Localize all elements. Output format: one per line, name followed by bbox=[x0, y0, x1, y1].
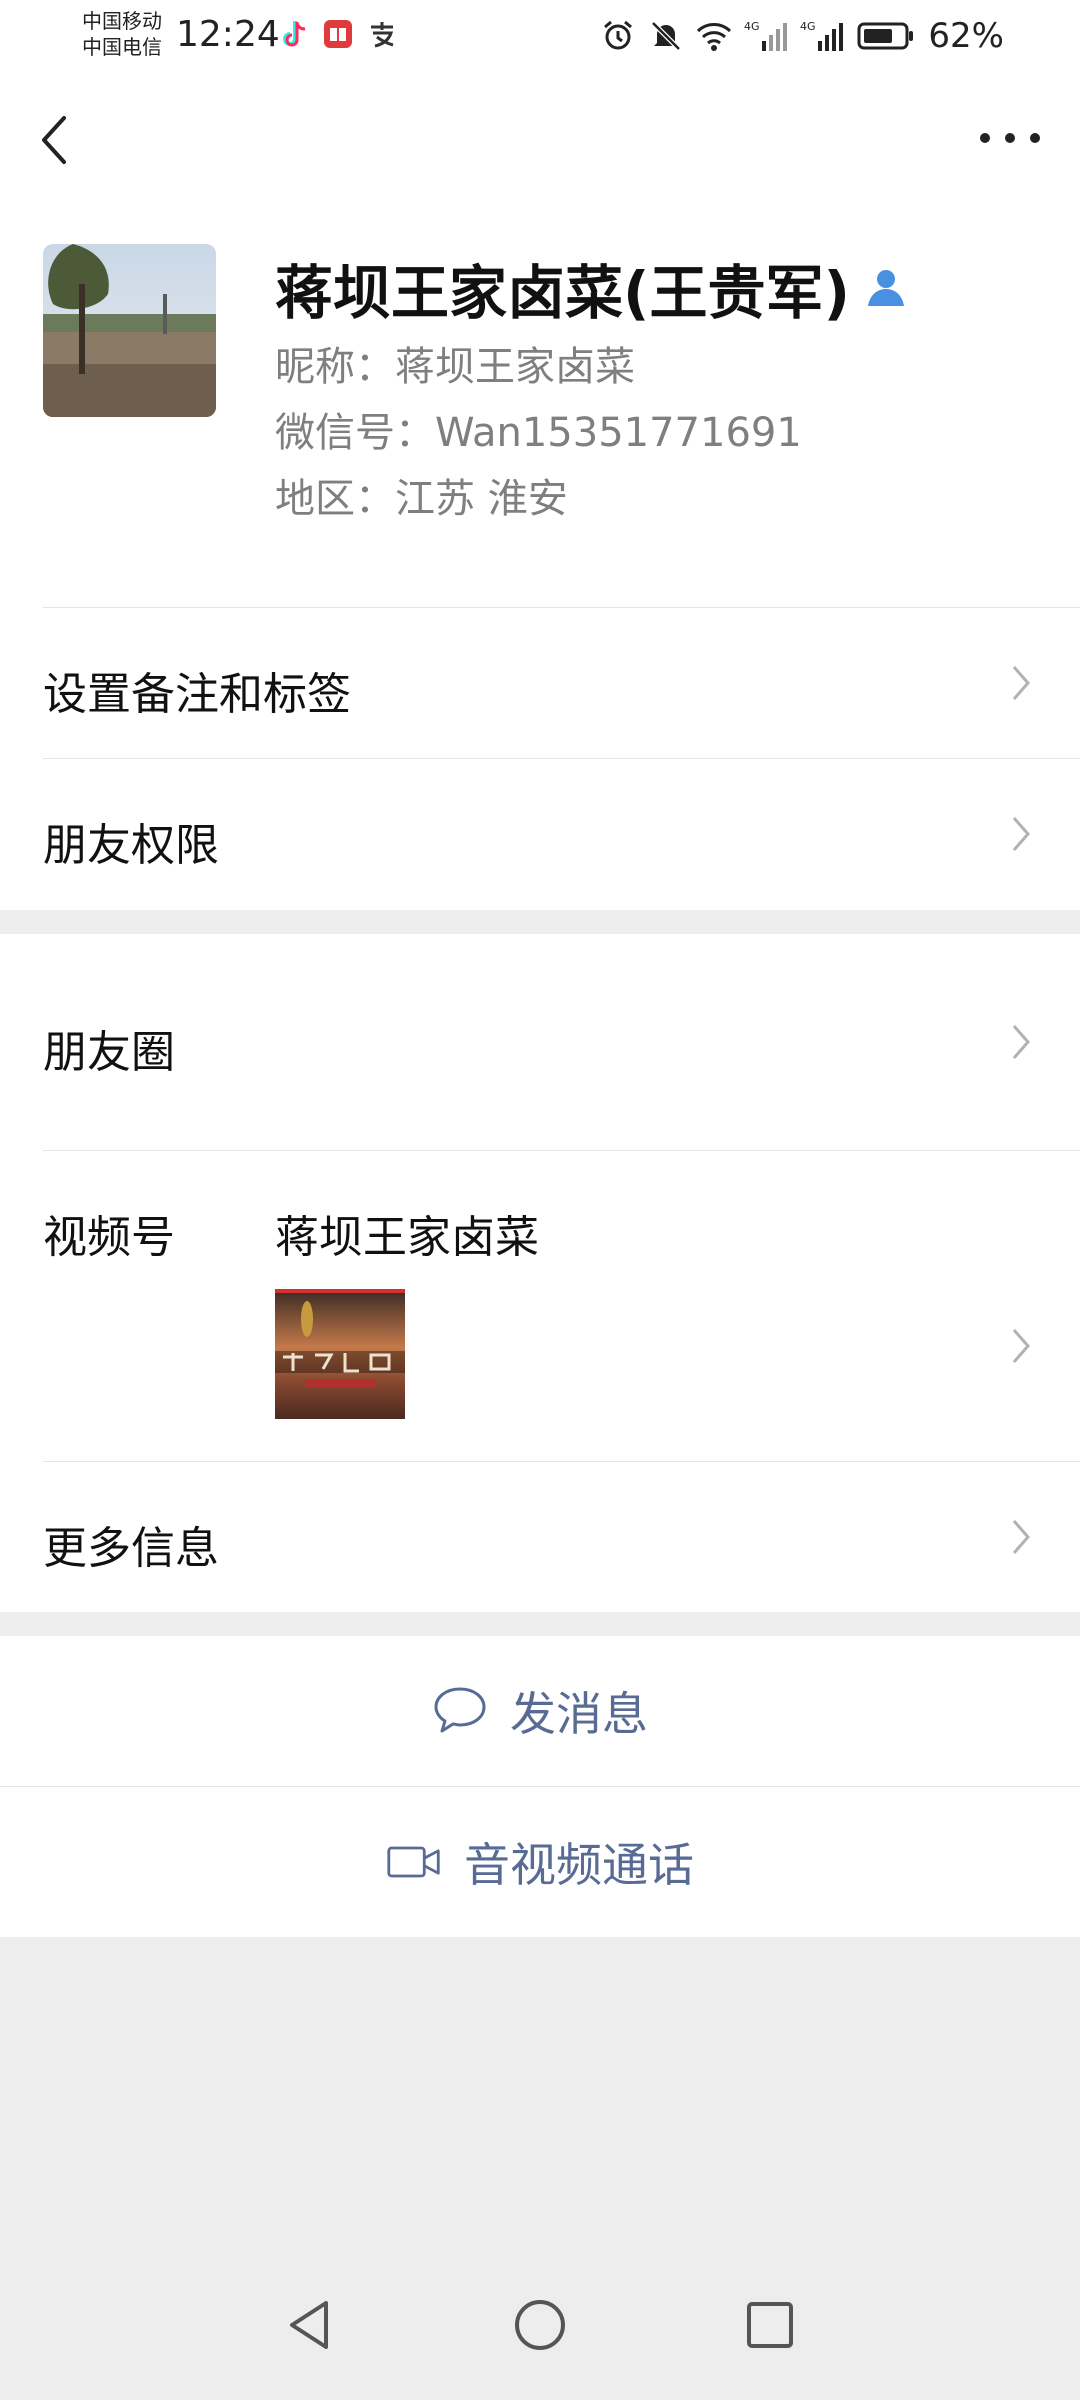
info-group: 朋友圈 视频号 蒋坝王家卤菜 更多信息 bbox=[0, 934, 1080, 1612]
more-options-button[interactable] bbox=[980, 126, 1040, 150]
system-navigation-bar bbox=[0, 2250, 1080, 2400]
chevron-right-icon bbox=[1012, 817, 1030, 851]
signal-4g-icon-2: 4G bbox=[800, 18, 844, 54]
friend-permissions-label: 朋友权限 bbox=[43, 820, 219, 871]
settings-group: 设置备注和标签 朋友权限 bbox=[0, 608, 1080, 910]
region-text: 地区：江苏 淮安 bbox=[275, 476, 568, 522]
nickname-text: 昵称：蒋坝王家卤菜 bbox=[275, 344, 635, 390]
svg-text:4G: 4G bbox=[800, 20, 816, 33]
chevron-right-icon bbox=[1012, 1329, 1030, 1363]
video-call-button[interactable]: 音视频通话 bbox=[0, 1787, 1080, 1937]
more-dot-icon bbox=[1030, 133, 1040, 143]
send-message-button[interactable]: 发消息 bbox=[0, 1636, 1080, 1786]
more-dot-icon bbox=[1005, 133, 1015, 143]
status-time: 12:24 bbox=[176, 14, 280, 55]
profile-name: 蒋坝王家卤菜(王贵军) bbox=[275, 259, 851, 327]
status-bar: 中国移动 中国电信 12:24 4G 4G 62% bbox=[0, 0, 1080, 72]
mute-bell-icon bbox=[648, 18, 684, 54]
battery-icon bbox=[856, 18, 916, 54]
back-button[interactable] bbox=[30, 108, 80, 172]
profile-header: 蒋坝王家卤菜(王贵军) 昵称：蒋坝王家卤菜 微信号：Wan15351771691… bbox=[0, 202, 1080, 608]
avatar[interactable] bbox=[43, 244, 216, 417]
triangle-back-icon bbox=[290, 2301, 328, 2349]
carrier-2: 中国电信 bbox=[82, 35, 162, 59]
carrier-names: 中国移动 中国电信 bbox=[82, 8, 162, 60]
carrier-1: 中国移动 bbox=[82, 9, 162, 33]
send-message-label: 发消息 bbox=[510, 1687, 648, 1741]
verified-contact-icon bbox=[868, 270, 905, 306]
svg-text:4G: 4G bbox=[744, 20, 760, 33]
square-recents-icon bbox=[747, 2302, 793, 2348]
tiktok-icon bbox=[278, 18, 310, 50]
more-dot-icon bbox=[980, 133, 990, 143]
more-info-row[interactable]: 更多信息 bbox=[0, 1462, 1080, 1612]
friend-permissions-row[interactable]: 朋友权限 bbox=[0, 759, 1080, 909]
channels-thumbnail[interactable] bbox=[275, 1289, 405, 1419]
system-recents-button[interactable] bbox=[735, 2290, 805, 2360]
more-info-label: 更多信息 bbox=[43, 1523, 219, 1574]
remark-tags-row[interactable]: 设置备注和标签 bbox=[0, 608, 1080, 758]
remark-tags-label: 设置备注和标签 bbox=[43, 669, 351, 720]
status-icons: 4G 4G 62% bbox=[600, 16, 1004, 56]
moments-label: 朋友圈 bbox=[43, 1027, 175, 1078]
alipay-icon bbox=[366, 18, 398, 50]
circle-home-icon bbox=[515, 2300, 565, 2350]
signal-4g-icon-1: 4G bbox=[744, 18, 788, 54]
channels-name: 蒋坝王家卤菜 bbox=[275, 1212, 539, 1263]
channels-label: 视频号 bbox=[43, 1212, 175, 1263]
reader-icon bbox=[322, 18, 354, 50]
chat-bubble-icon bbox=[432, 1683, 488, 1739]
alarm-icon bbox=[600, 18, 636, 54]
system-home-button[interactable] bbox=[505, 2290, 575, 2360]
channels-row[interactable]: 视频号 蒋坝王家卤菜 bbox=[0, 1151, 1080, 1461]
system-back-button[interactable] bbox=[275, 2290, 345, 2360]
wifi-icon bbox=[696, 18, 732, 54]
profile-name-row: 蒋坝王家卤菜(王贵军) bbox=[275, 246, 908, 330]
battery-percent: 62% bbox=[928, 16, 1004, 56]
back-arrow-icon bbox=[42, 116, 66, 164]
nav-bar bbox=[0, 72, 1080, 202]
chevron-right-icon bbox=[1012, 1520, 1030, 1554]
moments-row[interactable]: 朋友圈 bbox=[0, 934, 1080, 1150]
chevron-right-icon bbox=[1012, 666, 1030, 700]
chevron-right-icon bbox=[1012, 1025, 1030, 1059]
wechat-id-text: 微信号：Wan15351771691 bbox=[275, 410, 802, 456]
video-call-label: 音视频通话 bbox=[464, 1838, 694, 1892]
video-camera-icon bbox=[386, 1834, 442, 1890]
notification-icons bbox=[278, 18, 398, 50]
